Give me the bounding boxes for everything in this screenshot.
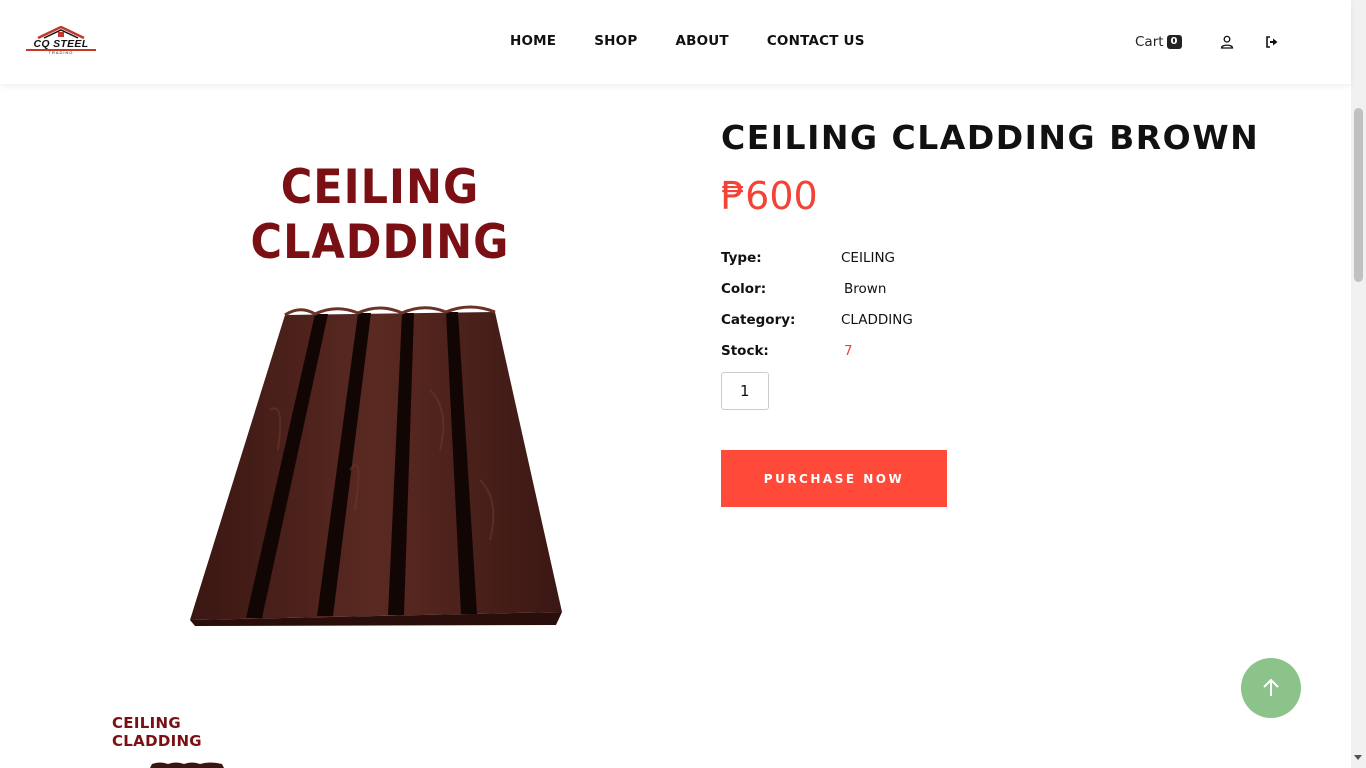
logo[interactable]: CQ STEEL TRADING [24,26,98,58]
nav-contact-us[interactable]: CONTACT US [767,33,865,49]
spec-color-value: Brown [844,281,887,297]
logout-icon[interactable] [1265,34,1279,48]
product-image: CEILING CLADDING [150,150,610,650]
spec-type-key: Type: [721,250,762,266]
cart-count-badge: 0 [1166,35,1182,49]
scroll-down-arrow-icon[interactable] [1354,755,1362,760]
spec-type-value: CEILING [841,250,895,266]
cart-link[interactable]: Cart 0 [1135,34,1182,50]
spec-color-key: Color: [721,281,767,297]
spec-category-value: CLADDING [841,312,913,328]
quantity-input[interactable]: 1 [721,372,769,410]
spec-category-key: Category: [721,312,796,328]
main-nav: HOME SHOP ABOUT CONTACT US [510,33,903,49]
product-price: ₱600 [721,174,818,218]
cladding-panel-graphic [190,305,562,626]
thumbnail-panel-graphic [150,762,224,768]
site-header: CQ STEEL TRADING HOME SHOP ABOUT CONTACT… [0,0,1351,84]
user-icon[interactable] [1220,34,1234,49]
nav-shop[interactable]: SHOP [594,33,637,49]
page-scrollbar[interactable] [1351,0,1366,768]
purchase-now-button[interactable]: PURCHASE NOW [721,450,947,507]
arrow-up-icon [1263,678,1279,696]
nav-about[interactable]: ABOUT [675,33,728,49]
scrollbar-thumb[interactable] [1354,108,1363,282]
cart-label: Cart [1135,34,1164,50]
logo-subtext: TRADING [48,50,74,55]
nav-home[interactable]: HOME [510,33,556,49]
product-title: CEILING CLADDING BROWN [721,118,1260,157]
spec-stock-value: 7 [844,343,853,359]
spec-stock-key: Stock: [721,343,769,359]
back-to-top-button[interactable] [1241,658,1301,718]
product-thumbnail[interactable]: CEILING CLADDING [110,712,270,768]
